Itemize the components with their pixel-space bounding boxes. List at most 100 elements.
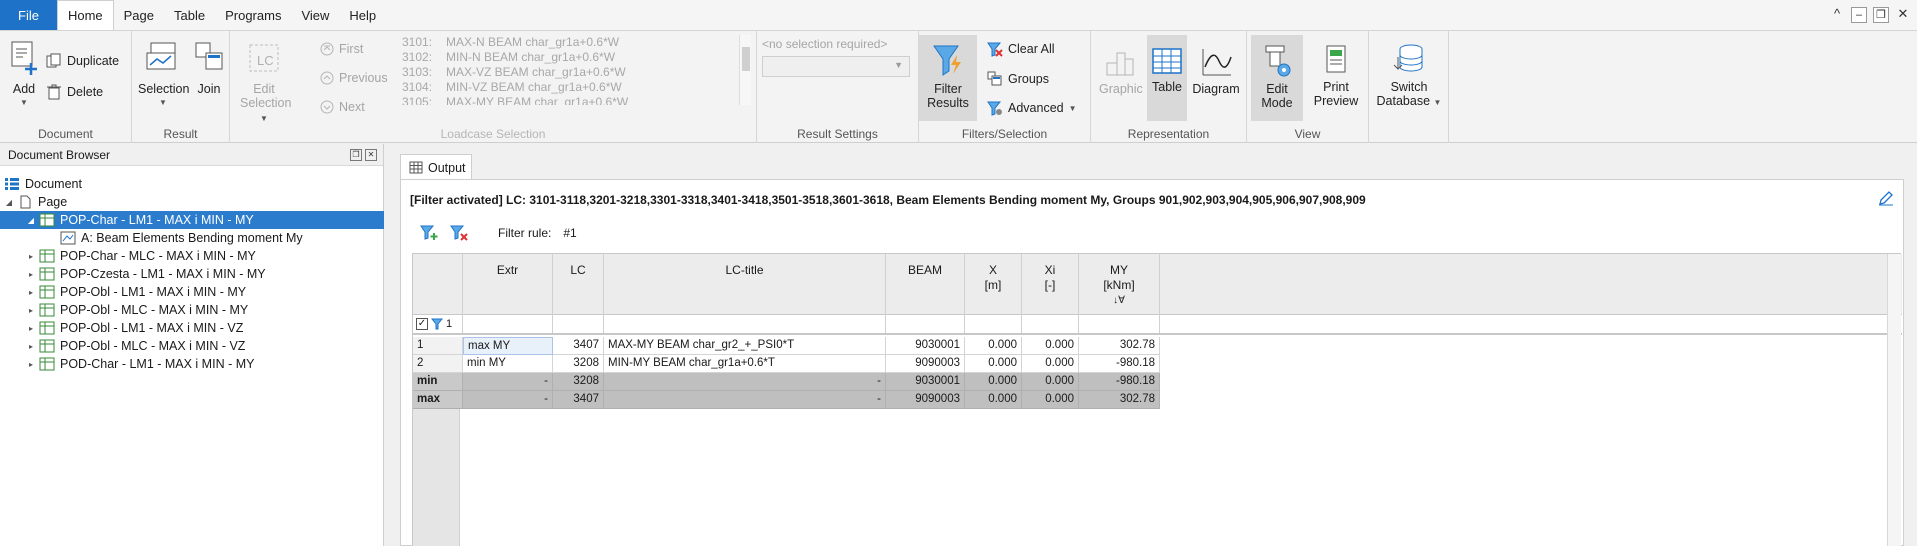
tree-item-page[interactable]: ◢ Page [0, 193, 384, 211]
remove-filter-icon[interactable] [450, 225, 468, 241]
column-header-lc[interactable]: LC [553, 254, 604, 315]
table-vertical-scrollbar[interactable] [1887, 254, 1901, 546]
cell-my[interactable]: -980.18 [1079, 355, 1160, 373]
column-header-extr[interactable]: Extr [463, 254, 553, 315]
edit-mode-button[interactable]: Edit Mode [1251, 35, 1303, 121]
groups-button[interactable]: Groups [987, 71, 1049, 87]
tree-item-result[interactable]: ▸ POP-Obl - MLC - MAX i MIN - VZ [0, 337, 384, 355]
add-button[interactable]: Add ▼ [6, 39, 42, 110]
table-row[interactable]: 2 min MY 3208 MIN-MY BEAM char_gr1a+0.6*… [413, 355, 1160, 373]
delete-button[interactable]: Delete [46, 84, 103, 100]
close-button[interactable]: ✕ [1895, 7, 1911, 23]
column-header-lc-title[interactable]: LC-title [604, 254, 886, 315]
filter-cell[interactable] [965, 315, 1022, 333]
loadcase-list-item[interactable]: 3105: MAX-MY BEAM char_gr1a+0.6*W [402, 95, 732, 105]
menu-page[interactable]: Page [114, 0, 164, 30]
column-header-xi[interactable]: Xi [-] [1022, 254, 1079, 315]
loadcase-list-item[interactable]: 3102: MIN-N BEAM char_gr1a+0.6*W [402, 50, 732, 65]
restore-button[interactable]: ❐ [1873, 7, 1889, 23]
print-preview-button[interactable]: Print Preview [1309, 43, 1363, 108]
next-button[interactable]: Next [320, 100, 365, 114]
scrollbar-thumb[interactable] [742, 47, 750, 71]
loadcase-list-scrollbar[interactable] [739, 35, 751, 105]
menu-programs[interactable]: Programs [215, 0, 291, 30]
selection-button[interactable]: Selection ▼ [138, 39, 189, 110]
filter-cell[interactable] [463, 315, 553, 333]
collapse-ribbon-button[interactable]: ^ [1829, 7, 1845, 23]
edit-selection-button[interactable]: LC Edit Selection ▼ [240, 39, 291, 126]
table-button[interactable]: Table [1147, 35, 1187, 121]
collapsed-arrow-icon[interactable]: ▸ [26, 342, 36, 351]
collapsed-arrow-icon[interactable]: ▸ [26, 360, 36, 369]
collapsed-arrow-icon[interactable]: ▸ [26, 306, 36, 315]
cell-xi[interactable]: 0.000 [1022, 337, 1079, 355]
filter-cell[interactable] [604, 315, 886, 333]
add-filter-icon[interactable] [420, 225, 438, 241]
menu-file[interactable]: File [0, 0, 57, 30]
tree-item-result[interactable]: ▸ POP-Char - MLC - MAX i MIN - MY [0, 247, 384, 265]
tree-item-result[interactable]: ▸ POP-Czesta - LM1 - MAX i MIN - MY [0, 265, 384, 283]
pencil-icon[interactable] [1878, 190, 1894, 206]
menu-help[interactable]: Help [339, 0, 386, 30]
cell-extr[interactable]: max MY [463, 337, 553, 355]
cell-xi[interactable]: 0.000 [1022, 355, 1079, 373]
cell-x[interactable]: 0.000 [965, 337, 1022, 355]
tree-item-result[interactable]: ▸ POP-Obl - LM1 - MAX i MIN - VZ [0, 319, 384, 337]
graphic-button[interactable]: Graphic [1099, 45, 1143, 96]
cell-my[interactable]: 302.78 [1079, 337, 1160, 355]
loadcase-list[interactable]: 3101: MAX-N BEAM char_gr1a+0.6*W 3102: MIN… [402, 35, 732, 105]
cell-x[interactable]: 0.000 [965, 355, 1022, 373]
cell-extr[interactable]: min MY [463, 355, 553, 373]
filter-results-button[interactable]: Filter Results [919, 35, 977, 121]
loadcase-list-item[interactable]: 3104: MIN-VZ BEAM char_gr1a+0.6*W [402, 80, 732, 95]
tree-item-beam-bending[interactable]: A: Beam Elements Bending moment My [0, 229, 384, 247]
column-header-x[interactable]: X [m] [965, 254, 1022, 315]
menu-home[interactable]: Home [56, 0, 114, 30]
expanded-arrow-icon[interactable]: ◢ [26, 216, 36, 225]
menu-view[interactable]: View [291, 0, 339, 30]
cell-beam[interactable]: 9030001 [886, 337, 965, 355]
advanced-button[interactable]: Advanced ▼ [987, 100, 1077, 116]
collapsed-arrow-icon[interactable]: ▸ [26, 252, 36, 261]
tree-item-result[interactable]: ▸ POP-Obl - LM1 - MAX i MIN - MY [0, 283, 384, 301]
clear-all-button[interactable]: Clear All [987, 41, 1055, 57]
diagram-button[interactable]: Diagram [1191, 45, 1241, 96]
menu-table[interactable]: Table [164, 0, 215, 30]
sort-descending-icon[interactable]: ↓∀ [1079, 293, 1159, 308]
collapsed-arrow-icon[interactable]: ▸ [26, 288, 36, 297]
cell-lc[interactable]: 3208 [553, 355, 604, 373]
close-panel-icon[interactable]: ✕ [365, 148, 377, 161]
collapsed-arrow-icon[interactable]: ▸ [26, 324, 36, 333]
expanded-arrow-icon[interactable]: ◢ [4, 198, 14, 207]
row-number[interactable]: 2 [413, 355, 463, 373]
column-header-beam[interactable]: BEAM [886, 254, 965, 315]
cell-beam[interactable]: 9090003 [886, 355, 965, 373]
switch-database-button[interactable]: Switch Database ▼ [1375, 43, 1443, 110]
join-button[interactable]: Join [194, 39, 224, 96]
cell-lc-title[interactable]: MAX-MY BEAM char_gr2_+_PSI0*T [604, 337, 886, 355]
column-header-my[interactable]: MY [kNm] ↓∀ [1079, 254, 1160, 315]
checkbox-checked-icon[interactable]: ✓ [416, 318, 428, 330]
cell-lc[interactable]: 3407 [553, 337, 604, 355]
collapsed-arrow-icon[interactable]: ▸ [26, 270, 36, 279]
tree-item-result[interactable]: ▸ POP-Obl - MLC - MAX i MIN - MY [0, 301, 384, 319]
filter-cell[interactable] [1022, 315, 1079, 333]
tree-item-result[interactable]: ▸ POD-Char - LM1 - MAX i MIN - MY [0, 355, 384, 373]
duplicate-button[interactable]: Duplicate [46, 53, 119, 69]
loadcase-list-item[interactable]: 3101: MAX-N BEAM char_gr1a+0.6*W [402, 35, 732, 50]
filter-cell[interactable] [886, 315, 965, 333]
first-button[interactable]: First [320, 42, 363, 56]
float-panel-icon[interactable]: ❐ [350, 148, 362, 161]
result-settings-dropdown[interactable]: ▼ [762, 56, 910, 77]
filter-cell[interactable] [1079, 315, 1160, 333]
minimize-button[interactable]: – [1851, 7, 1867, 23]
cell-lc-title[interactable]: MIN-MY BEAM char_gr1a+0.6*T [604, 355, 886, 373]
tree-item-result-selected[interactable]: ◢ POP-Char - LM1 - MAX i MIN - MY [0, 211, 384, 229]
tree-item-document[interactable]: Document [0, 175, 384, 193]
loadcase-list-item[interactable]: 3103: MAX-VZ BEAM char_gr1a+0.6*W [402, 65, 732, 80]
table-row[interactable]: 1 max MY 3407 MAX-MY BEAM char_gr2_+_PSI… [413, 337, 1160, 355]
row-number[interactable]: 1 [413, 337, 463, 355]
previous-button[interactable]: Previous [320, 71, 388, 85]
filter-rule-value[interactable]: #1 [563, 226, 576, 240]
tab-output[interactable]: Output [400, 154, 472, 180]
